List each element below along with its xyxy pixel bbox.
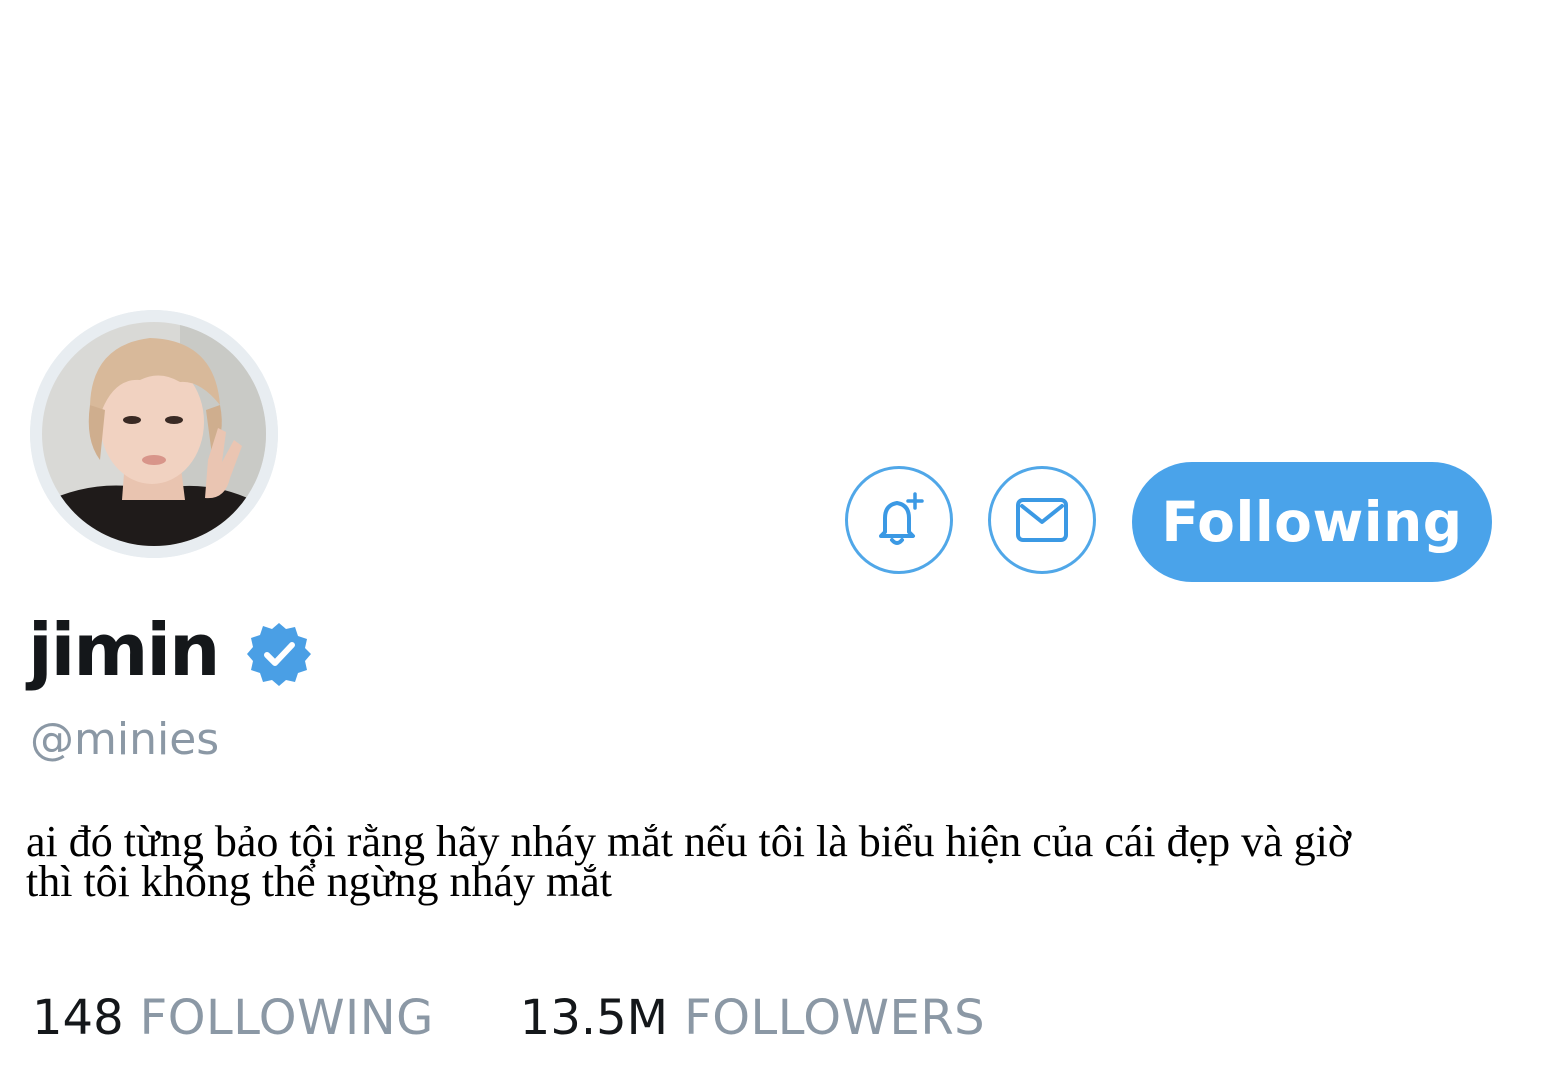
followers-count: 13.5M <box>519 990 669 1046</box>
user-handle: @minies <box>30 714 220 765</box>
bell-plus-icon <box>879 492 924 545</box>
following-stat-link[interactable]: 148 FOLLOWING <box>32 988 434 1048</box>
avatar-photo <box>30 310 278 558</box>
message-button[interactable] <box>988 466 1096 574</box>
bio-line-2: thì tôi không thể ngừng nháy mắt <box>26 857 613 906</box>
profile-bio: ai đó từng bảo tội rằng hãy nháy mắt nếu… <box>26 820 1556 904</box>
verified-badge-icon <box>247 623 312 686</box>
followers-stat-link[interactable]: 13.5M FOLLOWERS <box>520 988 985 1048</box>
display-name-row: jimin <box>28 605 312 695</box>
profile-avatar[interactable] <box>30 310 278 558</box>
display-name: jimin <box>28 608 220 692</box>
envelope-icon <box>1016 498 1068 542</box>
following-label: FOLLOWING <box>139 990 434 1046</box>
profile-stats: 148 FOLLOWING 13.5M FOLLOWERS <box>32 988 985 1048</box>
following-button[interactable]: Following <box>1132 462 1492 582</box>
following-count: 148 <box>32 990 124 1046</box>
notifications-button[interactable] <box>845 466 953 574</box>
followers-label: FOLLOWERS <box>684 990 986 1046</box>
